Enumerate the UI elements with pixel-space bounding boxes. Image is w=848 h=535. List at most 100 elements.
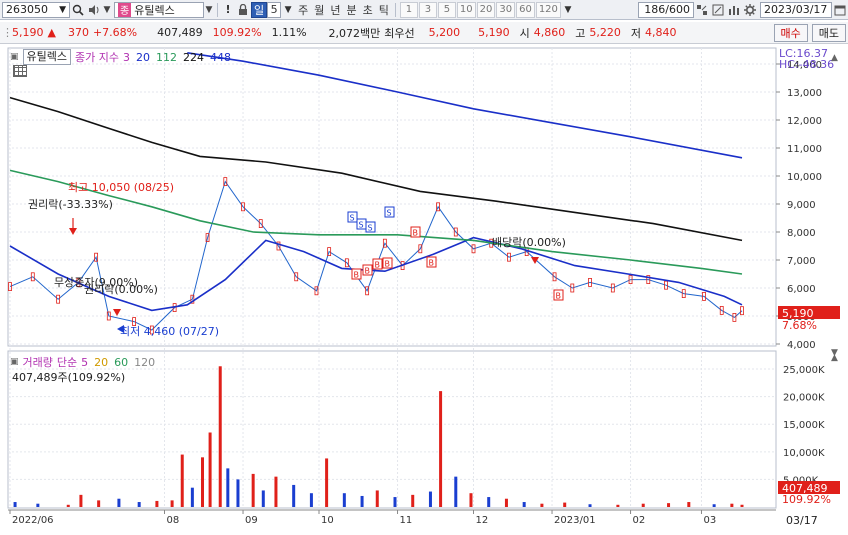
period-day-button[interactable]: 일 [251,1,268,18]
price-tick-label: 10,000 [787,172,822,183]
chevron-down-icon[interactable]: ▼ [204,2,214,18]
trade-amount: 2,072백만 [328,26,381,40]
ma-period-224[interactable]: 224 [183,51,204,64]
bars-icon[interactable] [726,2,742,18]
price-tick-label: 9,000 [787,200,816,211]
zoom-out-icon[interactable] [710,2,726,18]
volume-ma-period-5[interactable]: 5 [81,356,88,369]
dividend-annotation: 배당락(0.00%) [492,236,566,249]
interval-5-button[interactable]: 5 [437,1,456,18]
best-bid: 5,190 [478,26,510,39]
lock-icon[interactable] [235,2,251,18]
collapse-icon[interactable]: ▣ [10,357,19,367]
period-month-button[interactable]: 월 [311,2,327,18]
scroll-up-icon[interactable]: ▲ [831,353,838,363]
x-tick-label: 10 [321,515,334,526]
alert-icon[interactable]: ! [221,2,235,18]
ma-period-112[interactable]: 112 [156,51,177,64]
signal-badge-letter: B [375,261,381,270]
interval-60-button[interactable]: 60 [516,1,535,18]
volume-bar [274,476,278,507]
scroll-up-icon[interactable]: ▲ [831,53,838,63]
name-badge: 종 [118,2,132,17]
period-tick-button[interactable]: 틱 [376,2,392,18]
volume-bar [325,458,329,507]
interval-120-button[interactable]: 120 [535,1,561,18]
price-panel-title[interactable]: 유틸렉스 [22,49,71,65]
stock-name-field[interactable]: 종 유틸렉스 [114,1,204,18]
volume-bar [155,500,159,507]
date-axis: 2022/06 08 09 10 11 12 2023/01 02 03 [8,509,776,526]
chevron-down-icon[interactable]: ▼ [281,2,295,18]
price-tick-label: 12,000 [787,116,822,127]
interval-3-button[interactable]: 3 [418,1,437,18]
interval-1-button[interactable]: 1 [399,1,418,18]
volume-bar [740,504,744,507]
interval-20-button[interactable]: 20 [476,1,496,18]
signal-badge-letter: B [429,259,435,268]
gear-icon[interactable] [742,2,758,18]
volume-bar [563,502,567,507]
bar-count-field[interactable]: 186/600 [638,1,694,18]
date-field[interactable]: 2023/03/17 [760,1,832,18]
speaker-icon[interactable] [86,2,102,18]
search-icon[interactable] [70,2,86,18]
best-label: 최우선 [384,26,415,40]
period-minute-button[interactable]: 분 [344,2,360,18]
volume-panel-title[interactable]: 거래량 [23,354,53,370]
chevron-down-icon[interactable]: ▼ [561,2,575,18]
volume-bar [540,503,544,507]
volume-ma-period-60[interactable]: 60 [114,356,128,369]
price-tick-label: 7,000 [787,256,816,267]
volume-bar [641,503,645,507]
volume-ma-period-20[interactable]: 20 [94,356,108,369]
buy-button[interactable]: 매수 [773,23,808,42]
grid-icon[interactable] [13,65,27,77]
low-annotation: 최저 4,460 (07/27) [120,325,219,338]
price-tick-label: 8,000 [787,228,816,239]
handle-icon: ⋮ [2,26,13,39]
low-label: 저 [630,26,642,40]
price-tick-label: 6,000 [787,284,816,295]
stock-code-input[interactable]: 263050 ▼ [2,1,70,18]
stock-code-value: 263050 [6,3,48,16]
period-year-button[interactable]: 년 [327,2,343,18]
open-price: 4,860 [533,26,566,39]
volume-bar [180,454,184,507]
volume-ma-period-120[interactable]: 120 [134,356,155,369]
period-week-button[interactable]: 주 [295,2,311,18]
sell-button[interactable]: 매도 [811,23,846,42]
volume-bar [454,476,458,507]
volume-bar [218,366,222,507]
x-tick-label: 09 [245,515,258,526]
volume-tick-label: 25,000K [783,365,825,376]
volume-bar [712,504,716,507]
ma-period-3[interactable]: 3 [123,51,130,64]
volume-bar [236,479,240,507]
price-change-pct: +7.68% [92,26,138,39]
calendar-icon[interactable] [832,2,848,18]
current-price: 5,190 [12,26,44,39]
signal-badge-letter: S [359,221,364,230]
volume-bar [522,502,526,507]
low-price: 4,840 [645,26,677,39]
chart-area[interactable]: 14,000 13,000 12,000 11,000 10,000 9,000 8,000… [0,46,848,532]
volume-bar [66,504,70,507]
ma-period-20[interactable]: 20 [136,51,150,64]
ma-period-448[interactable]: 448 [210,51,231,64]
volume-bar [190,487,194,507]
volume-bar [428,491,432,507]
interval-30-button[interactable]: 30 [496,1,516,18]
volume-bar [342,493,346,507]
period-second-button[interactable]: 초 [360,2,376,18]
zoom-in-icon[interactable] [694,2,710,18]
stock-chart[interactable]: 14,00013,00012,00011,00010,0009,0008,000… [0,46,848,532]
volume-bar [439,391,443,507]
up-arrow-icon: ▲ [47,26,56,39]
interval-10-button[interactable]: 10 [456,1,476,18]
quote-bar: ⋮ 5,190 ▲ 370 +7.68% 407,489 109.92% 1.1… [0,22,848,44]
chevron-down-icon[interactable]: ▼ [102,2,112,18]
volume-bar [667,503,671,507]
period-day-count[interactable]: 5 [267,1,282,18]
collapse-icon[interactable]: ▣ [10,52,19,62]
